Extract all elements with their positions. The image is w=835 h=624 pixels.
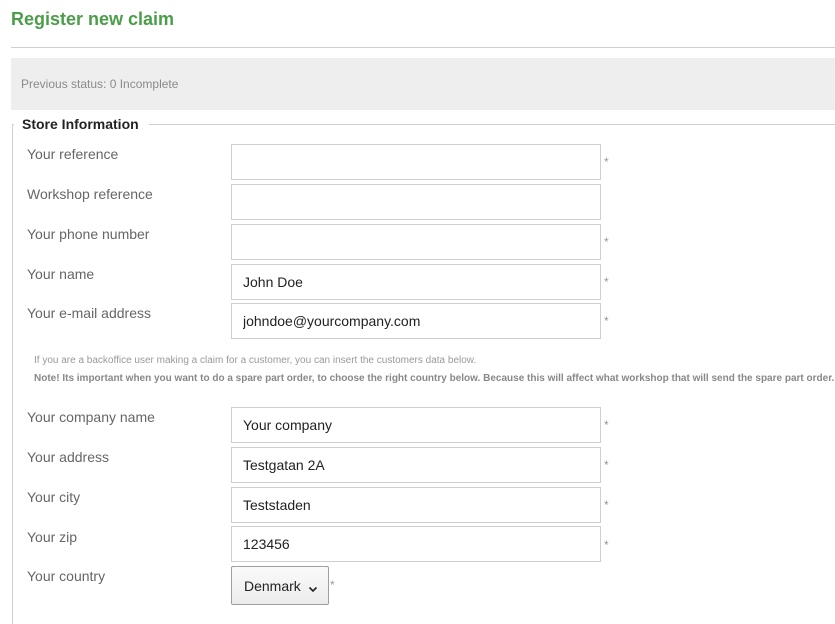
name-label: Your name [27, 266, 95, 282]
store-information-legend: Store Information [14, 116, 149, 132]
email-label: Your e-mail address [27, 305, 151, 321]
address-label: Your address [27, 449, 109, 465]
country-label: Your country [27, 568, 106, 584]
required-marker: * [604, 538, 609, 552]
title-divider [11, 47, 835, 48]
previous-status-text: Previous status: 0 Incomplete [21, 77, 179, 91]
city-label: Your city [27, 489, 81, 505]
company-name-label: Your company name [27, 409, 155, 425]
required-marker: * [604, 418, 609, 432]
country-select[interactable]: Denmark [231, 566, 329, 605]
phone-number-label: Your phone number [27, 226, 150, 242]
zip-input[interactable] [231, 526, 601, 562]
required-marker: * [604, 235, 609, 249]
address-input[interactable] [231, 447, 601, 483]
backoffice-note: If you are a backoffice user making a cl… [34, 355, 477, 366]
chevron-down-icon [308, 581, 318, 592]
your-reference-input[interactable] [231, 144, 601, 180]
your-reference-label: Your reference [27, 146, 119, 162]
country-selected-value: Denmark [244, 577, 301, 594]
company-name-input[interactable] [231, 407, 601, 443]
workshop-reference-label: Workshop reference [27, 186, 153, 202]
page-title: Register new claim [11, 9, 175, 29]
required-marker: * [604, 498, 609, 512]
required-marker: * [604, 155, 609, 169]
name-input[interactable] [231, 264, 601, 300]
phone-number-input[interactable] [231, 224, 601, 260]
email-input[interactable] [231, 303, 601, 339]
workshop-reference-input[interactable] [231, 184, 601, 220]
required-marker: * [604, 314, 609, 328]
country-warning-note: Note! Its important when you want to do … [34, 373, 835, 384]
required-marker: * [330, 578, 335, 592]
status-bar: Previous status: 0 Incomplete [11, 58, 835, 110]
required-marker: * [604, 275, 609, 289]
city-input[interactable] [231, 487, 601, 523]
required-marker: * [604, 458, 609, 472]
zip-label: Your zip [27, 529, 78, 545]
